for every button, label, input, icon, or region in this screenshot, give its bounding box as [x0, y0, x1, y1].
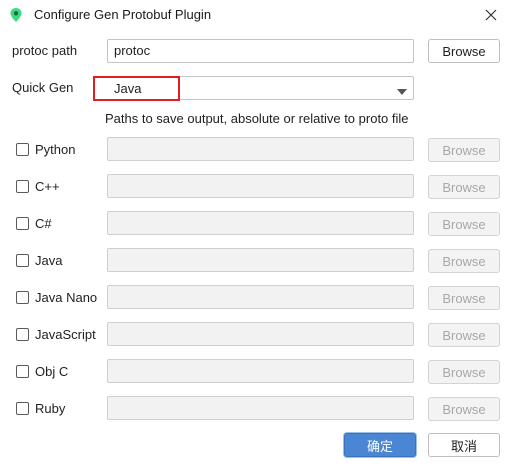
- android-pin-icon: [9, 7, 23, 23]
- configure-dialog: Configure Gen Protobuf Plugin protoc pat…: [0, 0, 515, 469]
- java-nano-browse-button[interactable]: Browse: [428, 286, 500, 310]
- csharp-path-input[interactable]: [107, 211, 414, 235]
- dropdown-arrow-icon: [397, 84, 407, 95]
- language-label: C++: [35, 179, 60, 194]
- python-path-input[interactable]: [107, 137, 414, 161]
- close-button[interactable]: [480, 4, 502, 26]
- java-path-input[interactable]: [107, 248, 414, 272]
- window-title: Configure Gen Protobuf Plugin: [34, 7, 212, 22]
- javascript-browse-button[interactable]: Browse: [428, 323, 500, 347]
- language-label: Java: [35, 253, 63, 268]
- ruby-path-input[interactable]: [107, 396, 414, 420]
- protoc-path-value: protoc: [114, 43, 151, 58]
- language-label: Obj C: [35, 364, 69, 379]
- protoc-browse-button[interactable]: Browse: [428, 39, 500, 63]
- cpp-browse-button[interactable]: Browse: [428, 175, 500, 199]
- checkbox-ruby[interactable]: [16, 402, 29, 415]
- checkbox-cpp[interactable]: [16, 180, 29, 193]
- ok-button[interactable]: 确定: [344, 433, 416, 457]
- checkbox-objc[interactable]: [16, 365, 29, 378]
- checkbox-csharp[interactable]: [16, 217, 29, 230]
- ruby-browse-button[interactable]: Browse: [428, 397, 500, 421]
- cpp-path-input[interactable]: [107, 174, 414, 198]
- python-browse-button[interactable]: Browse: [428, 138, 500, 162]
- checkbox-javascript[interactable]: [16, 328, 29, 341]
- protoc-path-label: protoc path: [12, 43, 78, 58]
- quick-gen-label: Quick Gen: [12, 80, 74, 95]
- cancel-button[interactable]: 取消: [428, 433, 500, 457]
- java-nano-path-input[interactable]: [107, 285, 414, 309]
- csharp-browse-button[interactable]: Browse: [428, 212, 500, 236]
- language-label: C#: [35, 216, 52, 231]
- checkbox-java-nano[interactable]: [16, 291, 29, 304]
- checkbox-java[interactable]: [16, 254, 29, 267]
- java-browse-button[interactable]: Browse: [428, 249, 500, 273]
- highlight-box: [93, 76, 180, 101]
- title-bar: Configure Gen Protobuf Plugin: [0, 0, 515, 30]
- protoc-path-input[interactable]: protoc: [107, 39, 414, 63]
- javascript-path-input[interactable]: [107, 322, 414, 346]
- checkbox-python[interactable]: [16, 143, 29, 156]
- language-label: Java Nano: [35, 290, 98, 305]
- paths-hint: Paths to save output, absolute or relati…: [105, 111, 409, 126]
- language-label: Ruby: [35, 401, 66, 416]
- language-label: JavaScript: [35, 327, 96, 342]
- close-icon: [485, 9, 497, 21]
- language-label: Python: [35, 142, 76, 157]
- objc-path-input[interactable]: [107, 359, 414, 383]
- objc-browse-button[interactable]: Browse: [428, 360, 500, 384]
